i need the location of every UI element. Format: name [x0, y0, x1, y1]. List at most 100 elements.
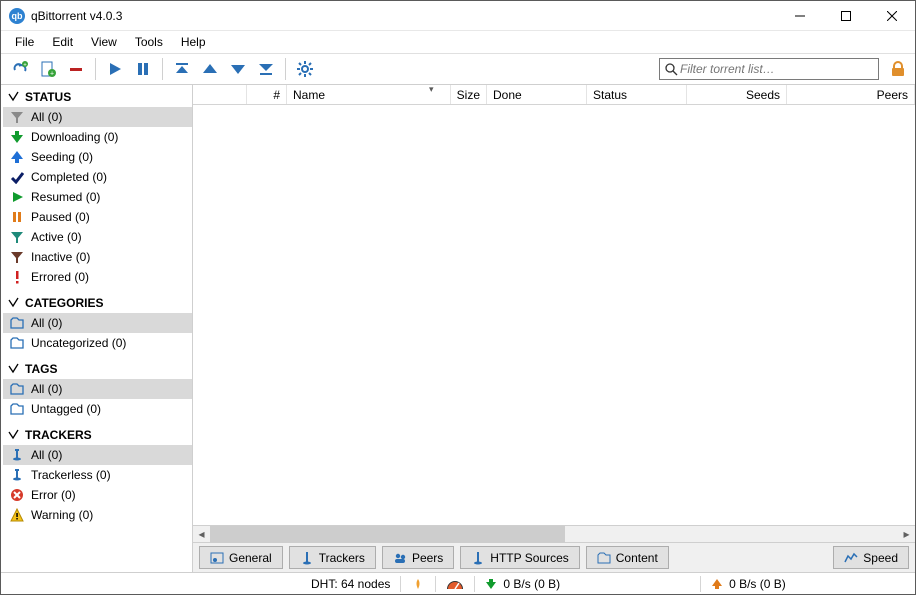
sidebar-item-label: Resumed (0): [31, 190, 100, 204]
sidebar-item-label: All (0): [31, 382, 62, 396]
sidebar-item-categories-0[interactable]: All (0): [3, 313, 192, 333]
sidebar-item-status-1[interactable]: Downloading (0): [3, 127, 192, 147]
sidebar-item-label: Inactive (0): [31, 250, 90, 264]
sidebar-item-label: Paused (0): [31, 210, 90, 224]
expander-icon: [7, 428, 21, 442]
arrow-down-green-icon: [9, 129, 25, 145]
sidebar-item-label: All (0): [31, 316, 62, 330]
sidebar-item-categories-1[interactable]: Uncategorized (0): [3, 333, 192, 353]
filter-box[interactable]: [659, 58, 879, 80]
expander-icon: [7, 90, 21, 104]
pause-button[interactable]: [130, 56, 156, 82]
sidebar-item-status-2[interactable]: Seeding (0): [3, 147, 192, 167]
minimize-button[interactable]: [777, 1, 823, 31]
menu-edit[interactable]: Edit: [44, 33, 81, 51]
status-dht: DHT: 64 nodes: [301, 577, 400, 591]
arrow-up-blue-icon: [9, 149, 25, 165]
sidebar-item-trackers-3[interactable]: Warning (0): [3, 505, 192, 525]
sidebar-item-status-4[interactable]: Resumed (0): [3, 187, 192, 207]
sidebar: STATUSAll (0)Downloading (0)Seeding (0)C…: [1, 85, 193, 572]
folder-blue-icon: [9, 315, 25, 331]
move-down-button[interactable]: [225, 56, 251, 82]
menu-help[interactable]: Help: [173, 33, 214, 51]
sidebar-item-tags-1[interactable]: Untagged (0): [3, 399, 192, 419]
col-name[interactable]: Name: [287, 85, 451, 104]
lock-icon[interactable]: [887, 58, 909, 80]
col-size[interactable]: Size: [451, 85, 487, 104]
titlebar: qb qBittorrent v4.0.3: [1, 1, 915, 31]
sidebar-item-status-6[interactable]: Active (0): [3, 227, 192, 247]
svg-text:+: +: [50, 71, 54, 78]
sidebar-item-label: Errored (0): [31, 270, 89, 284]
sidebar-item-trackers-0[interactable]: All (0): [3, 445, 192, 465]
app-icon: qb: [9, 8, 25, 24]
menu-view[interactable]: View: [83, 33, 125, 51]
sidebar-item-status-5[interactable]: Paused (0): [3, 207, 192, 227]
menubar: File Edit View Tools Help: [1, 31, 915, 53]
details-tabs: General Trackers Peers HTTP Sources Cont…: [193, 542, 915, 572]
group-tags[interactable]: TAGS: [3, 359, 192, 379]
sidebar-item-status-8[interactable]: Errored (0): [3, 267, 192, 287]
arrow-up-icon: [711, 578, 723, 590]
sidebar-item-label: Trackerless (0): [31, 468, 111, 482]
sidebar-item-trackers-2[interactable]: Error (0): [3, 485, 192, 505]
group-categories[interactable]: CATEGORIES: [3, 293, 192, 313]
sidebar-item-label: All (0): [31, 448, 62, 462]
tab-peers[interactable]: Peers: [382, 546, 454, 569]
tab-speed[interactable]: Speed: [833, 546, 909, 569]
status-download[interactable]: 0 B/s (0 B): [475, 577, 570, 591]
tab-trackers[interactable]: Trackers: [289, 546, 376, 569]
tab-content[interactable]: Content: [586, 546, 669, 569]
filter-brown-icon: [9, 249, 25, 265]
filter-gray-icon: [9, 109, 25, 125]
col-status[interactable]: Status: [587, 85, 687, 104]
sidebar-item-label: Downloading (0): [31, 130, 118, 144]
status-speed-icon[interactable]: [436, 578, 474, 590]
search-icon: [664, 62, 678, 76]
status-firewall-icon: [401, 577, 435, 591]
toolbar: + +: [1, 53, 915, 85]
remove-button[interactable]: [63, 56, 89, 82]
maximize-button[interactable]: [823, 1, 869, 31]
horizontal-scrollbar[interactable]: ◂ ▸: [193, 525, 915, 542]
sort-indicator-icon: ▾: [429, 84, 434, 95]
settings-button[interactable]: [292, 56, 318, 82]
add-link-button[interactable]: +: [7, 56, 33, 82]
col-done[interactable]: Done: [487, 85, 587, 104]
move-top-button[interactable]: [169, 56, 195, 82]
sidebar-item-label: Uncategorized (0): [31, 336, 126, 350]
torrent-table-body[interactable]: [193, 105, 915, 525]
statusbar: DHT: 64 nodes 0 B/s (0 B) 0 B/s (0 B): [1, 572, 915, 594]
main-area: # Name Size Done Status Seeds Peers ▾ ◂ …: [193, 85, 915, 572]
sidebar-item-tags-0[interactable]: All (0): [3, 379, 192, 399]
tab-general[interactable]: General: [199, 546, 283, 569]
scroll-right-icon[interactable]: ▸: [898, 526, 915, 543]
sidebar-item-status-0[interactable]: All (0): [3, 107, 192, 127]
add-file-button[interactable]: +: [35, 56, 61, 82]
pin-blue-icon: [9, 447, 25, 463]
sidebar-item-trackers-1[interactable]: Trackerless (0): [3, 465, 192, 485]
sidebar-item-status-7[interactable]: Inactive (0): [3, 247, 192, 267]
resume-button[interactable]: [102, 56, 128, 82]
filter-input[interactable]: [678, 61, 874, 77]
tab-http-sources[interactable]: HTTP Sources: [460, 546, 579, 569]
svg-text:+: +: [23, 63, 27, 69]
move-up-button[interactable]: [197, 56, 223, 82]
group-trackers[interactable]: TRACKERS: [3, 425, 192, 445]
sidebar-item-label: Untagged (0): [31, 402, 101, 416]
app-window: qb qBittorrent v4.0.3 File Edit View Too…: [0, 0, 916, 595]
col-seeds[interactable]: Seeds: [687, 85, 787, 104]
pin-blue-icon: [9, 467, 25, 483]
col-num[interactable]: #: [247, 85, 287, 104]
scroll-thumb[interactable]: [210, 526, 565, 543]
close-button[interactable]: [869, 1, 915, 31]
status-upload[interactable]: 0 B/s (0 B): [701, 577, 796, 591]
sidebar-item-status-3[interactable]: Completed (0): [3, 167, 192, 187]
menu-file[interactable]: File: [7, 33, 42, 51]
warn-yellow-icon: [9, 507, 25, 523]
menu-tools[interactable]: Tools: [127, 33, 171, 51]
scroll-left-icon[interactable]: ◂: [193, 526, 210, 543]
col-peers[interactable]: Peers: [787, 85, 915, 104]
group-status[interactable]: STATUS: [3, 87, 192, 107]
move-bottom-button[interactable]: [253, 56, 279, 82]
